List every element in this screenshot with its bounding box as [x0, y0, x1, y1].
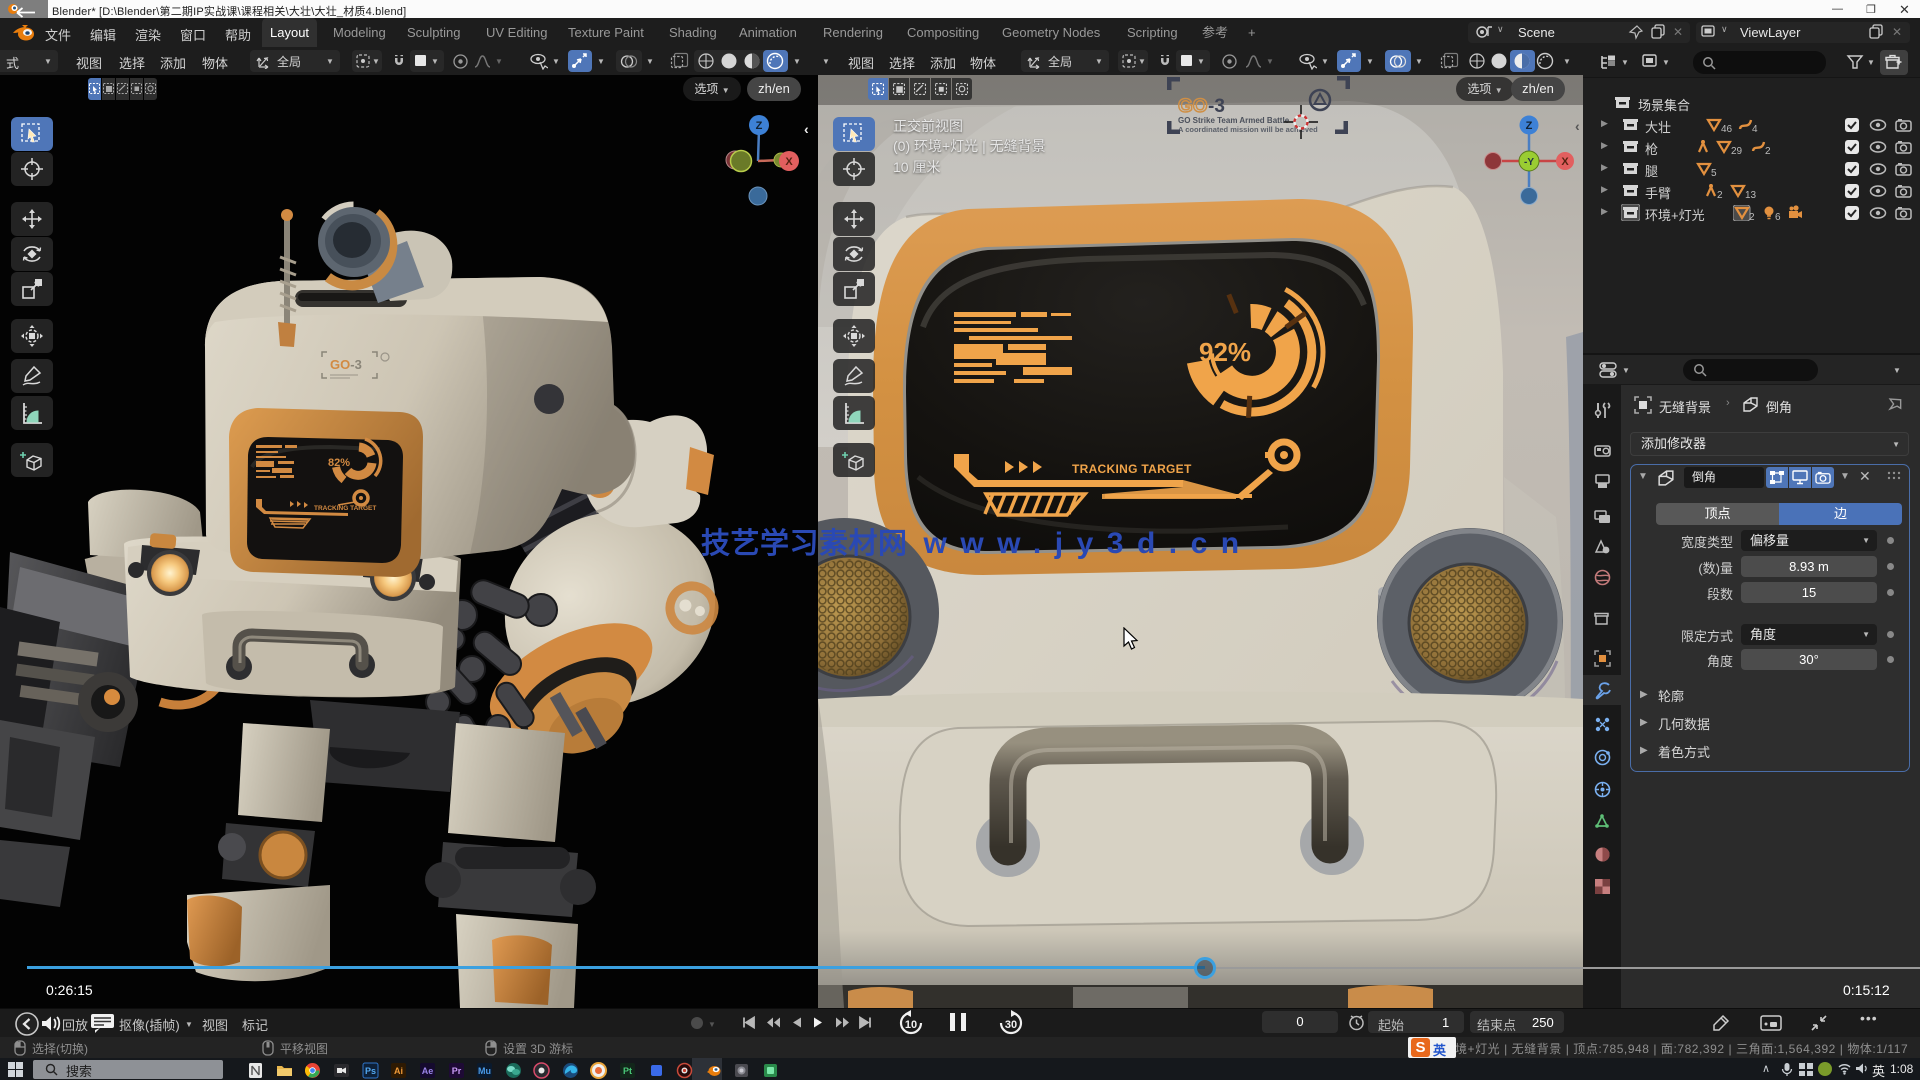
svg-text:GO-3: GO-3 — [330, 357, 362, 372]
svg-text:Z: Z — [756, 120, 763, 132]
svg-text:10: 10 — [905, 1019, 917, 1031]
svg-text:Mu: Mu — [478, 1066, 491, 1076]
svg-text:30: 30 — [1005, 1019, 1017, 1031]
svg-text:Pt: Pt — [623, 1066, 632, 1076]
svg-text:Ai: Ai — [394, 1066, 403, 1076]
svg-text:Pr: Pr — [452, 1066, 462, 1076]
svg-text:-Y: -Y — [1524, 157, 1534, 168]
svg-text:Ae: Ae — [422, 1066, 434, 1076]
svg-text:Z: Z — [1526, 120, 1533, 132]
svg-text:TRACKING TARGET: TRACKING TARGET — [1072, 462, 1192, 476]
svg-text:X: X — [1561, 156, 1569, 168]
svg-text:TRACKING TARGET: TRACKING TARGET — [314, 505, 376, 512]
svg-text:92%: 92% — [1199, 337, 1251, 367]
svg-text:X: X — [785, 156, 793, 168]
svg-text:Ps: Ps — [365, 1066, 376, 1076]
